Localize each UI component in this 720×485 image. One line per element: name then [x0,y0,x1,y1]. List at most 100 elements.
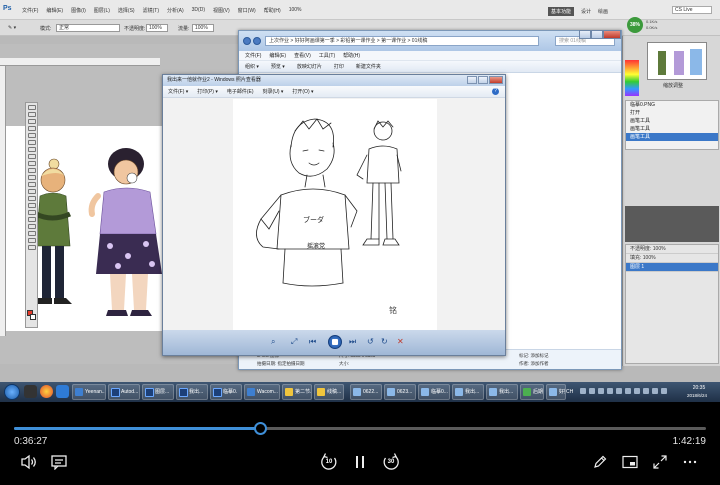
explorer-menu-view: 查看(V) [294,53,311,59]
ps-menu-help: 帮助(H) [263,8,281,14]
ps-menu-analysis: 分析(A) [166,8,184,14]
tags-value: 添加标记 [530,353,549,358]
tray-icon [661,388,667,394]
volume-button[interactable] [18,452,40,472]
layers-options: 不透明度: 100% [626,245,718,254]
gradient-tool-icon [27,182,36,187]
layer-row-selected: 图层 1 [626,263,718,272]
shirt-front-text: ブーダ [303,217,324,224]
color-panel [625,60,639,96]
system-tray: CH 20:35 2018/6/24 [566,382,720,402]
mode-select: 正常 [56,24,120,32]
background-color-swatch [30,314,36,320]
history-item-selected: 画笔工具 [626,133,718,141]
brush-tool-icon: ✎ ▾ [8,25,17,31]
type-tool-icon [27,210,36,215]
taskbar-item: Wacom... [244,384,280,400]
size-label: 大小: [339,361,350,366]
skip-back-seconds: 10 [325,459,333,465]
file-size: 大小: [339,361,349,367]
explorer-command-bar: 组织 ▾ 预览 ▾ 放映幻灯片 打印 新建文件夹 [239,61,621,73]
flow-field: 100% [192,24,214,32]
more-options-button[interactable] [679,452,701,472]
explorer-menubar: 文件(F) 编辑(E) 查看(V) 工具(T) 帮助(H) [239,51,621,61]
magic-wand-tool-icon [27,126,36,131]
elapsed-time: 0:36:27 [14,436,48,447]
ps-panels: 缩放调整 临摹0.PNG 打开 画笔工具 画笔工具 画笔工具 不透明度: 100… [622,36,720,366]
taskbar-item: 好好... [546,384,566,400]
ps-workspace-active: 基本功能 [548,7,575,16]
play-pause-button[interactable] [349,452,371,472]
skip-forward-button[interactable]: 30 [380,452,402,472]
layers-panel: 不透明度: 100% 填充: 100% 图层 1 [625,244,719,364]
photo-viewer-title: 我出来一他就作业2 - Windows 照片查看器 [167,77,261,83]
explorer-menu-edit: 编辑(E) [269,53,287,59]
history-panel: 临摹0.PNG 打开 画笔工具 画笔工具 画笔工具 [625,100,719,150]
taskbar-item: 我出... [452,384,484,400]
delete-icon: ✕ [397,337,404,346]
ps-menu-image: 图像(I) [71,8,86,14]
mini-view-button[interactable] [619,452,641,472]
ruler-top [0,58,160,66]
taskbar-item: 我出... [176,384,208,400]
seek-bar[interactable] [14,422,706,435]
ps-menu-layer: 图层(L) [93,8,110,14]
ps-menus: 文件(F) 编辑(E) 图像(I) 图层(L) 选择(S) 滤镜(T) 分析(A… [22,7,301,14]
chrome-icon [40,385,53,398]
file-tags: 标记: 添加标记 [519,353,549,359]
pause-icon [356,456,364,468]
help-icon: ? [492,88,499,95]
eyedropper-tool-icon [27,140,36,145]
tray-icon [643,388,649,394]
fit-window-icon: ⤢ [291,337,298,346]
mode-label: 模式: [40,26,52,32]
adjustments-panel [625,206,719,242]
explorer-window-controls [579,30,621,39]
brush-tool-icon [27,154,36,159]
qq-icon [24,385,37,398]
history-item: 打开 [630,110,641,116]
taskbar-item: 临摹0. [210,384,242,400]
annotate-button[interactable] [589,452,611,472]
crop-tool-icon [27,133,36,138]
explorer-menu-tools: 工具(T) [318,53,336,59]
network-speed: 0.1K/s 0.0K/s [646,19,657,31]
taskbar-item: 图层... [142,384,174,400]
ps-workspace-switcher: 基本功能 设计 绘画 [548,7,608,16]
tray-icon [607,388,613,394]
chest-label-text: 摇滚党 [307,244,326,250]
fullscreen-button[interactable] [649,452,671,472]
seek-bar-thumb[interactable] [254,422,268,435]
pen-icon [594,455,607,468]
clock-time: 20:35 [692,385,706,391]
history-file: 临摹0.PNG [630,102,656,108]
forward-icon [253,37,261,45]
taken-value: 指定拍摄日期 [277,361,305,366]
tray-icon [589,388,595,394]
stamp-tool-icon [27,161,36,166]
skip-forward-seconds: 30 [387,459,395,465]
zoom-tool-icon [27,245,36,250]
history-brush-tool-icon [27,168,36,173]
taskbar-item: Autod... [108,384,140,400]
minimize-icon [467,76,477,84]
layers-opacity-value: 100% [652,246,666,252]
marquee-tool-icon [27,112,36,117]
layers-fill: 填充: 100% [626,254,718,263]
explorer-address-bar: 上次作业 > 好好阿画课第一季 > 彩铅第一课作业 > 第一课作业 > 01线稿 [265,36,539,46]
tray-icons [580,388,667,394]
tray-icon [580,388,586,394]
taskbar-item: 0622... [350,384,382,400]
next-icon: ⏭ [349,337,357,346]
language-indicator: CH [566,389,574,395]
viewer-menu-print: 打印(P) ▾ [197,89,218,95]
tray-icon [598,388,604,394]
ps-menu-window: 窗口(W) [237,8,256,14]
layers-fill-label: 填充: [630,255,642,261]
video-frame[interactable]: Ps 文件(F) 编辑(E) 图像(I) 图层(L) 选择(S) 滤镜(T) 分… [0,0,720,402]
taskbar-item: 第二节... [282,384,312,400]
lasso-tool-icon [27,119,36,124]
subtitles-button[interactable] [48,452,70,472]
ps-toolbox [25,102,38,328]
skip-back-button[interactable]: 10 [318,452,340,472]
